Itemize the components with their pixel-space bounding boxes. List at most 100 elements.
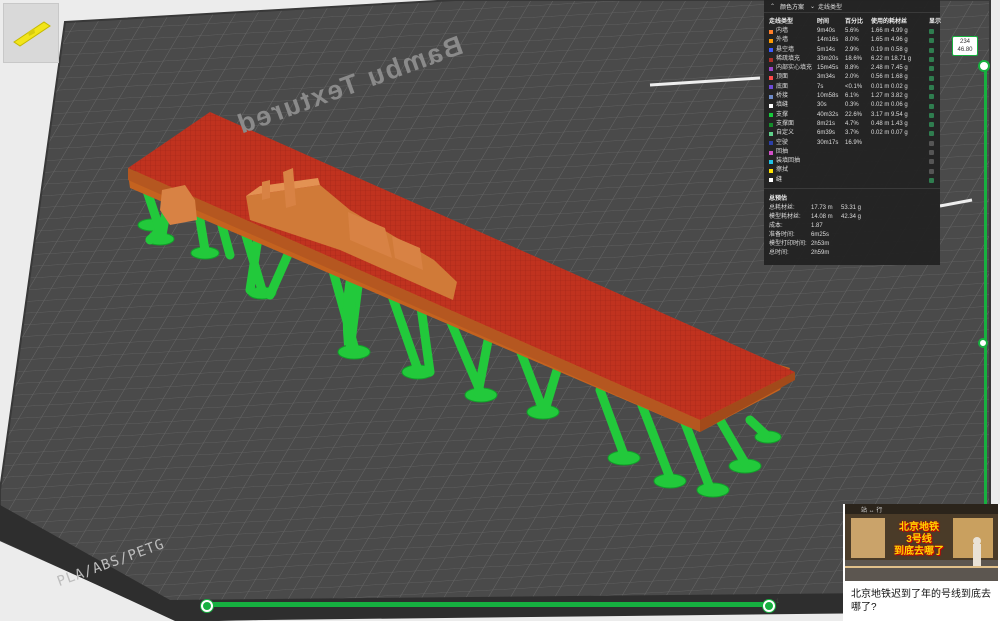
visibility-checkbox[interactable] <box>929 131 934 137</box>
summary-value: 6m25s <box>811 232 830 239</box>
visibility-checkbox[interactable] <box>929 84 934 90</box>
chevron-down-icon: ⌄ <box>810 3 816 10</box>
video-thumbnail[interactable]: 北京地铁 3号线 到底去哪了 站 ↔ 行 <box>845 504 998 581</box>
legend-row-name: 底面 <box>769 83 817 92</box>
feature-type: 内墙 <box>776 28 789 34</box>
layer-readout: 234 46.80 <box>952 36 978 56</box>
color-scheme-label: 颜色方案 <box>780 4 805 11</box>
visibility-checkbox[interactable] <box>929 75 934 81</box>
feature-percent: <0.1% <box>845 83 863 90</box>
feature-filament: 0.19 m 0.58 g <box>871 46 908 53</box>
visibility-checkbox[interactable] <box>929 150 934 155</box>
feature-type: 缝 <box>776 176 783 183</box>
legend-row-name: 内部实心填充 <box>769 64 817 73</box>
visibility-checkbox[interactable] <box>929 122 934 128</box>
legend-row: 缝 <box>764 176 940 185</box>
layer-slider-mid-handle[interactable] <box>978 338 988 348</box>
feature-percent: 8.8% <box>845 65 859 72</box>
summary-title: 总预估 <box>764 188 940 204</box>
layer-slider-track[interactable] <box>984 70 987 510</box>
summary-row: 总时间: 2h59m <box>764 249 940 258</box>
feature-type: 支撑 <box>776 111 789 118</box>
legend-header[interactable]: ⌃ 颜色方案 ⌄ 走线类型 <box>764 0 940 13</box>
visibility-checkbox[interactable] <box>929 66 934 72</box>
feature-percent: 3.7% <box>845 130 859 137</box>
color-swatch-icon <box>769 159 773 164</box>
visibility-checkbox[interactable] <box>929 29 934 35</box>
feature-time: 9m40s <box>817 28 836 34</box>
feature-time: 5m14s <box>817 46 836 53</box>
feature-time: 8m21s <box>817 120 836 127</box>
feature-percent: 22.6% <box>845 111 863 118</box>
legend-row: 内墙 9m40s 5.6% 1.66 m 4.99 g <box>764 27 940 36</box>
legend-row-name: 内墙 <box>769 27 817 36</box>
feature-filament: 6.22 m 18.71 g <box>871 55 912 62</box>
top-layer-height: 46.80 <box>957 47 973 53</box>
visibility-checkbox[interactable] <box>929 168 934 174</box>
visibility-checkbox[interactable] <box>929 94 934 100</box>
legend-row-name: 顶面 <box>769 73 817 82</box>
move-slider-end-label: 1 <box>776 599 780 605</box>
feature-percent: 0.3% <box>845 102 859 109</box>
legend-rows: 内墙 9m40s 5.6% 1.66 m 4.99 g 外墙 14m16s 8.0% 1.65… <box>764 27 940 185</box>
feature-filament: 1.65 m 4.96 g <box>871 37 908 44</box>
visibility-checkbox[interactable] <box>929 112 934 118</box>
chevron-up-icon[interactable]: ⌃ <box>769 3 776 10</box>
summary-row: 准备时间: 6m25s <box>764 231 940 240</box>
feature-time: 40m32s <box>817 111 839 118</box>
legend-row: 稀疏填充 33m20s 18.6% 6.22 m 18.71 g <box>764 55 940 64</box>
feature-time: 10m58s <box>817 93 839 100</box>
color-scheme-select[interactable]: ⌄ 走线类型 <box>810 2 842 11</box>
color-swatch-icon <box>769 57 773 62</box>
feature-filament: 3.17 m 9.54 g <box>871 111 908 118</box>
legend-row: 内部实心填充 15m45s 8.8% 2.48 m 7.45 g <box>764 64 940 73</box>
legend-row-name: 缝 <box>769 176 817 185</box>
feature-percent: 18.6% <box>845 55 863 62</box>
summary-row: 模型耗材丝: 14.08 m 42.34 g <box>764 213 940 222</box>
feature-filament: 0.02 m 0.06 g <box>871 102 908 109</box>
color-swatch-icon <box>769 85 773 90</box>
overlay-line: 3号线 <box>906 534 932 545</box>
feature-filament: 0.01 m 0.02 g <box>871 83 908 90</box>
move-slider-track[interactable] <box>205 602 768 607</box>
feature-time: 3m34s <box>817 74 836 81</box>
visibility-checkbox[interactable] <box>929 103 934 109</box>
color-swatch-icon <box>769 29 773 34</box>
legend-row: 顶面 3m34s 2.0% 0.56 m 1.68 g <box>764 73 940 82</box>
feature-time: 7s <box>817 83 824 90</box>
summary-label: 总时间: <box>769 250 789 257</box>
column-header: 走线类型 <box>769 19 794 25</box>
feature-percent: 2.9% <box>845 46 859 53</box>
visibility-checkbox[interactable] <box>929 57 934 63</box>
legend-row: 悬空墙 5m14s 2.9% 0.19 m 0.58 g <box>764 46 940 55</box>
video-overlay-title: 北京地铁 3号线 到底去哪了 <box>889 522 949 558</box>
legend-row: 支撑 40m32s 22.6% 3.17 m 9.54 g <box>764 111 940 120</box>
visibility-checkbox[interactable] <box>929 47 934 53</box>
visibility-checkbox[interactable] <box>929 177 934 183</box>
feature-filament: 0.48 m 1.43 g <box>871 120 908 127</box>
feature-time: 30s <box>817 102 827 109</box>
visibility-checkbox[interactable] <box>929 140 934 146</box>
summary-value: 53.31 g <box>841 205 862 212</box>
legend-row-name: 外墙 <box>769 36 817 45</box>
color-scheme-value: 走线类型 <box>818 4 843 11</box>
summary-value <box>841 222 871 231</box>
model-thumbnail-icon <box>13 21 51 47</box>
move-slider-end-handle[interactable] <box>763 600 775 612</box>
video-caption[interactable]: 北京地铁迟到了年的号线到底去哪了? <box>851 588 997 614</box>
plate-thumbnail[interactable] <box>3 3 59 63</box>
legend-row: 空驶 30m17s 16.9% <box>764 139 940 148</box>
visibility-checkbox[interactable] <box>929 38 934 44</box>
move-slider-start-handle[interactable] <box>201 600 213 612</box>
legend-row: 填缝 30s 0.3% 0.02 m 0.06 g <box>764 101 940 110</box>
feature-filament: 1.66 m 4.99 g <box>871 28 908 34</box>
feature-type: 顶面 <box>776 74 789 81</box>
summary-value <box>841 249 871 258</box>
visibility-checkbox[interactable] <box>929 159 934 165</box>
layer-slider-top-handle[interactable] <box>978 60 990 72</box>
summary-label: 总耗材丝: <box>769 205 795 212</box>
video-popup[interactable]: 北京地铁 3号线 到底去哪了 站 ↔ 行 北京地铁迟到了年的号线到底去哪了? <box>843 504 1000 621</box>
summary-value: 2h53m <box>811 241 830 248</box>
feature-filament: 0.02 m 0.07 g <box>871 130 908 137</box>
legend-row-name: 装填回抽 <box>769 157 817 166</box>
